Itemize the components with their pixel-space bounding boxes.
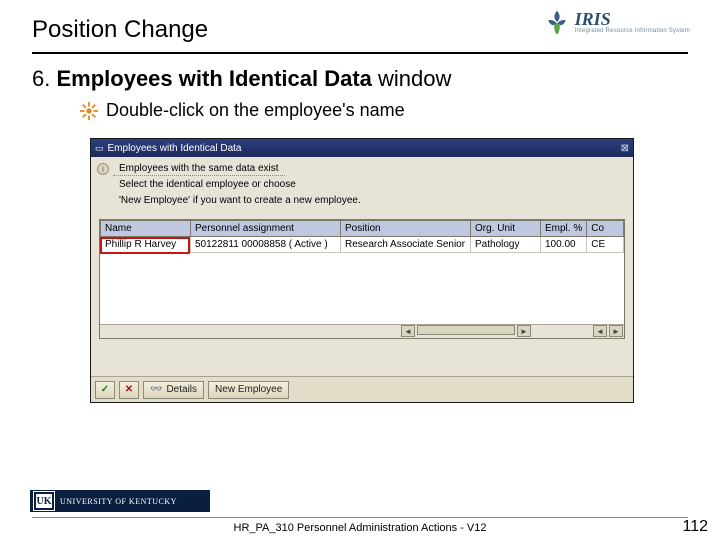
title-rule [32, 52, 688, 54]
col-orgunit[interactable]: Org. Unit [471, 221, 541, 237]
uk-badge: UK UNIVERSITY OF KENTUCKY [30, 490, 210, 512]
iris-logo: IRIS Integrated Resource Information Sys… [543, 8, 690, 36]
details-button[interactable]: 👓 Details [143, 381, 204, 399]
iris-flower-icon [543, 8, 571, 36]
sap-window-title: Employees with Identical Data [108, 143, 242, 154]
cell-pct: 100.00 [541, 237, 587, 253]
sap-toolbar: ✓ ✕ 👓 Details New Employee [91, 376, 633, 402]
new-employee-label: New Employee [215, 384, 282, 395]
info-line-3: 'New Employee' if you want to create a n… [113, 194, 367, 208]
col-co[interactable]: Co [587, 221, 624, 237]
details-label: Details [166, 384, 197, 395]
col-empl-pct[interactable]: Empl. % [541, 221, 587, 237]
uk-label: UNIVERSITY OF KENTUCKY [60, 497, 177, 506]
new-employee-button[interactable]: New Employee [208, 381, 289, 399]
scroll-thumb[interactable] [417, 325, 515, 335]
col-assignment[interactable]: Personnel assignment [191, 221, 341, 237]
cell-orgunit: Pathology [471, 237, 541, 253]
cell-position: Research Associate Senior [341, 237, 471, 253]
step-heading: 6. Employees with Identical Data window [32, 66, 451, 92]
info-icon: i [97, 163, 109, 175]
cell-co: CE [587, 237, 624, 253]
employees-table: Name Personnel assignment Position Org. … [99, 219, 625, 339]
ok-button[interactable]: ✓ [95, 381, 115, 399]
footer-center-text: HR_PA_310 Personnel Administration Actio… [0, 522, 720, 534]
step-suffix: window [372, 66, 451, 91]
scroll-left-icon[interactable]: ◄ [401, 325, 415, 337]
sub-bullet-text: Double-click on the employee's name [106, 100, 405, 121]
col-name[interactable]: Name [101, 221, 191, 237]
scroll-right2-icon[interactable]: ► [609, 325, 623, 337]
sap-titlebar: ▭ Employees with Identical Data ⊠ [91, 139, 633, 157]
iris-logo-text: IRIS [575, 10, 690, 28]
info-line-1: Employees with the same data exist [113, 162, 285, 176]
cancel-button[interactable]: ✕ [119, 381, 139, 399]
col-position[interactable]: Position [341, 221, 471, 237]
slide-title: Position Change [32, 16, 208, 44]
horizontal-scrollbar[interactable]: ◄ ► ◄ ► [100, 324, 624, 338]
check-icon: ✓ [101, 384, 109, 395]
step-number: 6. [32, 66, 50, 91]
x-icon: ✕ [125, 384, 133, 395]
iris-logo-tagline: Integrated Resource Information System [575, 28, 690, 34]
cell-name[interactable]: Phillip R Harvey [101, 237, 191, 253]
close-icon[interactable]: ⊠ [621, 143, 629, 154]
table-header-row: Name Personnel assignment Position Org. … [101, 221, 624, 237]
sap-window: ▭ Employees with Identical Data ⊠ i Empl… [90, 138, 634, 403]
table-row[interactable]: Phillip R Harvey 50122811 00008858 ( Act… [101, 237, 624, 253]
sunburst-icon [80, 102, 98, 120]
document-icon: ▭ [95, 143, 104, 154]
scroll-right-icon[interactable]: ► [517, 325, 531, 337]
page-number: 112 [682, 518, 708, 536]
footer-rule [32, 517, 688, 518]
info-line-2: Select the identical employee or choose [113, 178, 302, 192]
uk-monogram-icon: UK [34, 492, 54, 510]
cell-assignment: 50122811 00008858 ( Active ) [191, 237, 341, 253]
scroll-left2-icon[interactable]: ◄ [593, 325, 607, 337]
sub-bullet: Double-click on the employee's name [80, 100, 405, 121]
glasses-icon: 👓 [150, 384, 162, 395]
step-window-name: Employees with Identical Data [56, 66, 371, 91]
